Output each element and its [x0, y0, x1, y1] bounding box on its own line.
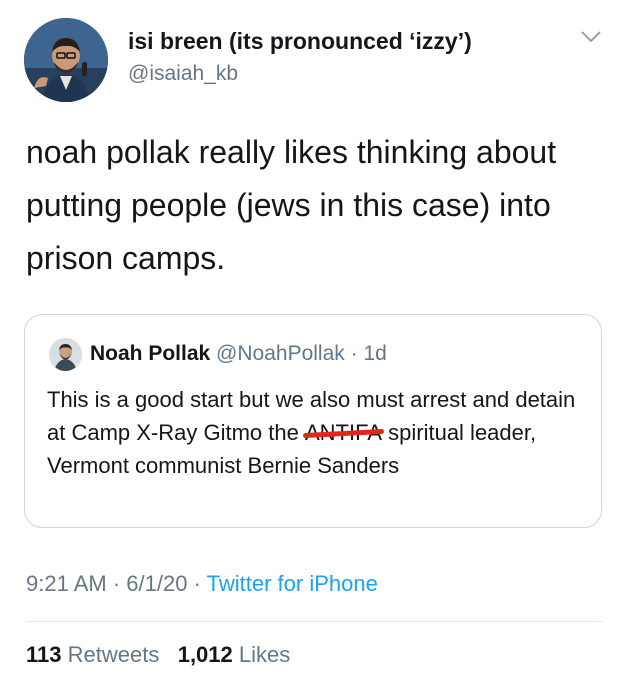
likes-label: Likes [238, 642, 291, 667]
author-name[interactable]: isi breen (its pronounced ‘izzy’) [128, 28, 472, 55]
meta-separator: · [112, 571, 121, 596]
quoted-author-photo [49, 338, 82, 371]
tweet-date[interactable]: 6/1/20 [126, 571, 187, 596]
quoted-author-handle: @NoahPollak [216, 342, 345, 365]
likes-count: 1,012 [177, 642, 233, 667]
quoted-tweet-header: Noah Pollak @NoahPollak · 1d [90, 342, 387, 366]
author-avatar[interactable] [24, 18, 108, 102]
author-handle[interactable]: @isaiah_kb [128, 62, 238, 86]
tweet-text-line: prison camps. [26, 240, 226, 276]
chevron-down-icon[interactable] [580, 30, 602, 44]
retweets-label: Retweets [67, 642, 160, 667]
retweets-count: 113 [26, 642, 62, 667]
quoted-tweet-text: This is a good start but we also must ar… [47, 383, 587, 482]
tweet-source-link[interactable]: Twitter for iPhone [207, 571, 378, 596]
quoted-tweet-age: 1d [363, 342, 387, 365]
meta-separator: · [193, 571, 201, 596]
tweet-text-line: putting people (jews in this case) into [26, 187, 551, 223]
quoted-author-avatar [49, 338, 82, 371]
struck-out-word: ANTIFA [305, 416, 382, 449]
tweet-text-line: noah pollak really likes thinking about [26, 134, 557, 170]
divider [26, 621, 604, 622]
tweet-text: noah pollak really likes thinking about … [26, 126, 611, 285]
tweet-meta: 9:21 AM · 6/1/20 · Twitter for iPhone [26, 571, 378, 597]
author-photo [24, 18, 108, 102]
tweet-stats: 113 Retweets 1,012 Likes [26, 642, 290, 668]
tweet-time[interactable]: 9:21 AM [26, 571, 107, 596]
quoted-author-name: Noah Pollak [90, 342, 211, 365]
quoted-separator: · [350, 342, 358, 365]
retweets-link[interactable]: 113 Retweets [26, 642, 165, 667]
quoted-tweet-card[interactable]: Noah Pollak @NoahPollak · 1d This is a g… [24, 314, 602, 528]
likes-link[interactable]: 1,012 Likes [178, 642, 291, 667]
